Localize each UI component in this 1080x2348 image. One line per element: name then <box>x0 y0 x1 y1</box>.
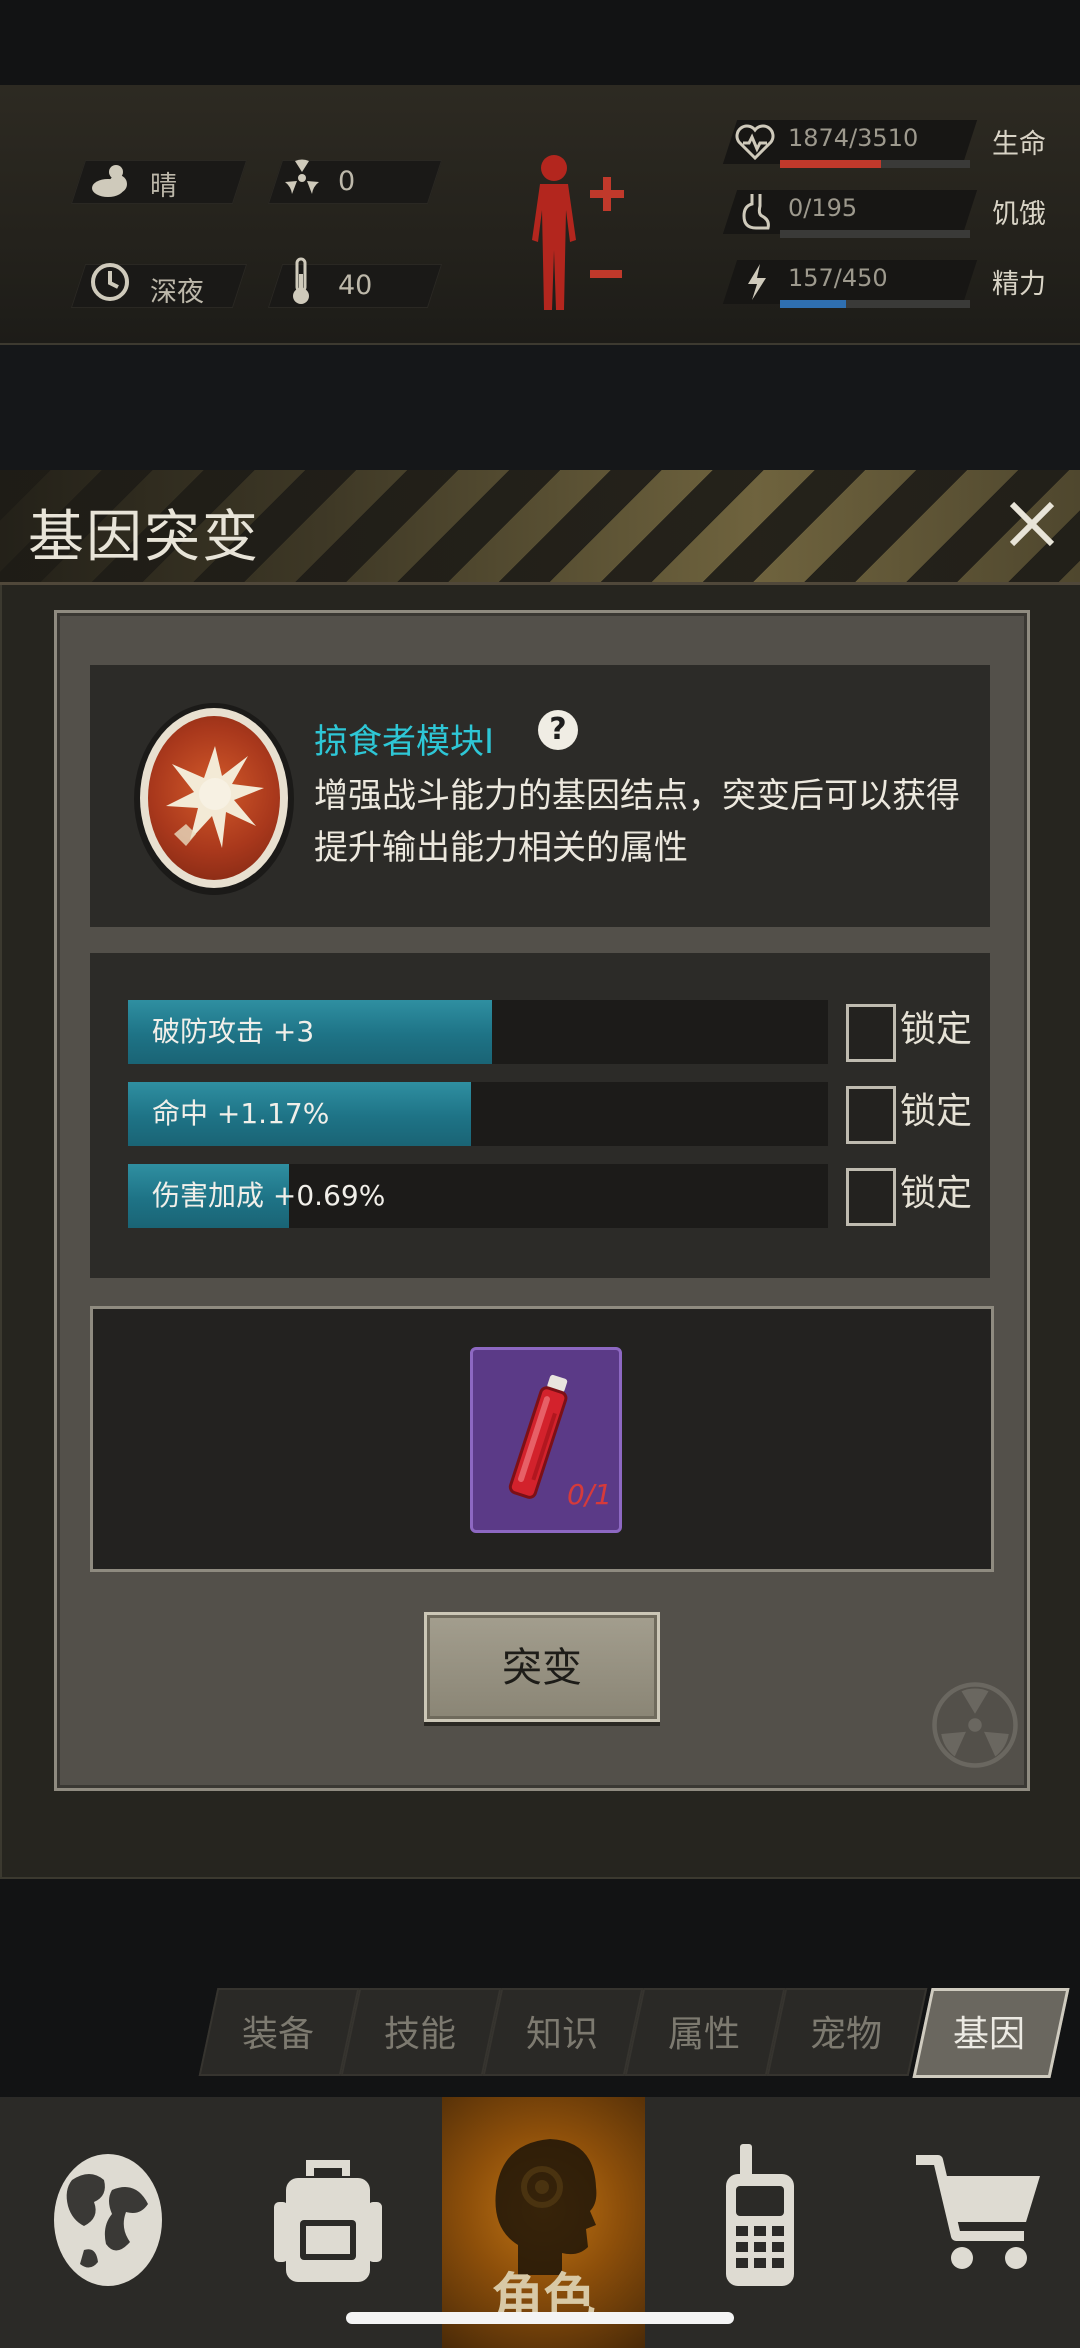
time-value: 深夜 <box>150 277 204 308</box>
hunger-value: 0/195 <box>788 194 858 222</box>
lock-label: 锁定 <box>900 1091 973 1132</box>
backpack-icon <box>274 2160 382 2282</box>
attribute-label: 伤害加成 +0.69% <box>152 1179 386 1212</box>
life-value: 1874/3510 <box>788 124 919 152</box>
lock-label: 锁定 <box>900 1009 973 1050</box>
mutate-button-label: 突变 <box>502 1645 582 1691</box>
home-indicator[interactable] <box>346 2312 734 2324</box>
lock-checkbox[interactable] <box>846 1086 896 1144</box>
energy-label: 精力 <box>992 269 1046 300</box>
clock-icon <box>91 263 129 301</box>
tab-knowledge-label: 知识 <box>525 2014 598 2055</box>
radiation-value: 0 <box>338 166 356 197</box>
tab-attributes-label: 属性 <box>667 2014 740 2055</box>
radiation-icon <box>285 159 319 194</box>
cloud-sun-icon <box>92 165 127 197</box>
lock-checkbox[interactable] <box>846 1004 896 1062</box>
weather-value: 晴 <box>150 171 177 202</box>
stomach-icon <box>742 194 770 230</box>
energy-bar <box>780 300 970 308</box>
walkie-talkie-icon <box>726 2144 794 2286</box>
tab-equipment-label: 装备 <box>241 2014 314 2055</box>
close-icon[interactable] <box>1002 494 1062 554</box>
temperature-value: 40 <box>338 270 373 301</box>
attribute-label: 命中 +1.17% <box>152 1097 330 1130</box>
attribute-label: 破防攻击 +3 <box>152 1015 315 1048</box>
life-bar-fill <box>780 160 882 168</box>
lock-label: 锁定 <box>900 1173 973 1214</box>
help-icon[interactable]: ? <box>538 710 578 750</box>
gene-node-name: 掠食者模块Ⅰ <box>314 722 495 762</box>
energy-bar-fill <box>780 300 847 308</box>
tab-genes-label: 基因 <box>952 2014 1025 2055</box>
predator-splash-icon <box>166 746 264 848</box>
heart-icon <box>735 124 775 160</box>
life-label: 生命 <box>992 129 1046 160</box>
modal-title: 基因突变 <box>28 505 260 570</box>
thermometer-icon <box>293 257 309 304</box>
body-status-figure-icon[interactable] <box>518 150 628 320</box>
hunger-label: 饥饿 <box>992 199 1046 230</box>
gene-node-description: 增强战斗能力的基因结点，突变后可以获得提升输出能力相关的属性 <box>314 776 960 868</box>
item-count: 0/1 <box>567 1478 613 1511</box>
cart-icon <box>916 2155 1040 2269</box>
background-band <box>0 345 1080 470</box>
radiation-watermark-icon <box>932 1682 1018 1768</box>
globe-icon <box>54 2154 162 2286</box>
tab-skills-label: 技能 <box>383 2014 456 2055</box>
tab-pets-label: 宠物 <box>809 2014 882 2055</box>
energy-icon <box>748 264 766 300</box>
life-bar <box>780 160 970 168</box>
lock-checkbox[interactable] <box>846 1168 896 1226</box>
hunger-bar <box>780 230 970 238</box>
energy-value: 157/450 <box>788 264 888 292</box>
